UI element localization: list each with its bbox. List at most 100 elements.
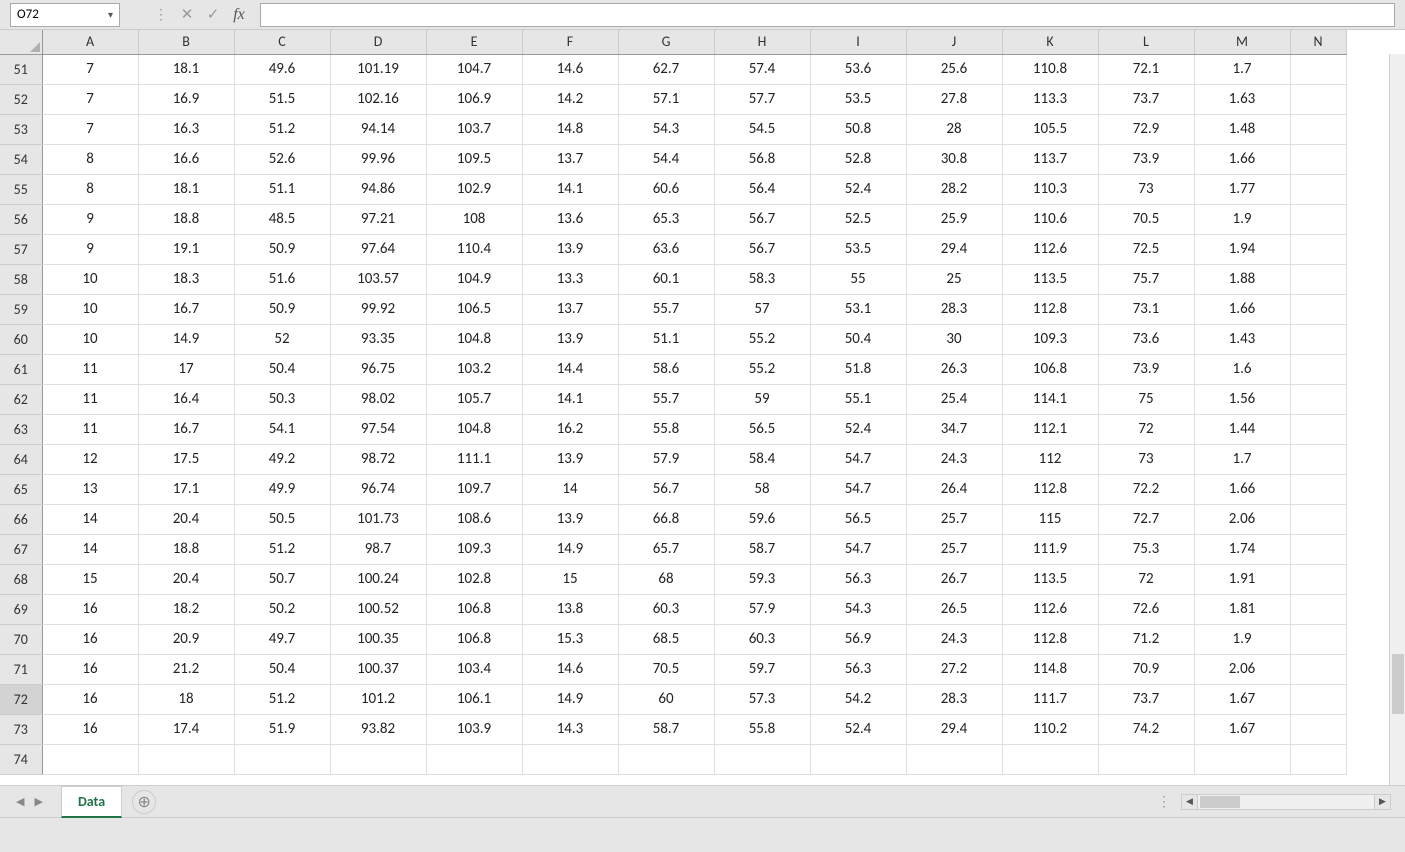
- cell-B66[interactable]: 20.4: [138, 504, 234, 534]
- cell-C69[interactable]: 50.2: [234, 594, 330, 624]
- cell-H64[interactable]: 58.4: [714, 444, 810, 474]
- cell-C54[interactable]: 52.6: [234, 144, 330, 174]
- name-box-dropdown-icon[interactable]: ▾: [108, 8, 113, 21]
- cell-M74[interactable]: [1194, 744, 1290, 774]
- cell-C64[interactable]: 49.2: [234, 444, 330, 474]
- cell-D54[interactable]: 99.96: [330, 144, 426, 174]
- cell-H57[interactable]: 56.7: [714, 234, 810, 264]
- cell-E70[interactable]: 106.8: [426, 624, 522, 654]
- column-header-E[interactable]: E: [426, 30, 522, 54]
- cell-H66[interactable]: 59.6: [714, 504, 810, 534]
- cell-C62[interactable]: 50.3: [234, 384, 330, 414]
- cell-J73[interactable]: 29.4: [906, 714, 1002, 744]
- cell-N65[interactable]: [1290, 474, 1346, 504]
- cell-A56[interactable]: 9: [42, 204, 138, 234]
- cell-B58[interactable]: 18.3: [138, 264, 234, 294]
- cell-A62[interactable]: 11: [42, 384, 138, 414]
- cell-K66[interactable]: 115: [1002, 504, 1098, 534]
- cell-M62[interactable]: 1.56: [1194, 384, 1290, 414]
- cell-C53[interactable]: 51.2: [234, 114, 330, 144]
- cell-C56[interactable]: 48.5: [234, 204, 330, 234]
- cell-J60[interactable]: 30: [906, 324, 1002, 354]
- cell-M64[interactable]: 1.7: [1194, 444, 1290, 474]
- cell-F55[interactable]: 14.1: [522, 174, 618, 204]
- cell-B57[interactable]: 19.1: [138, 234, 234, 264]
- cell-M70[interactable]: 1.9: [1194, 624, 1290, 654]
- cell-A71[interactable]: 16: [42, 654, 138, 684]
- cell-F72[interactable]: 14.9: [522, 684, 618, 714]
- cell-J74[interactable]: [906, 744, 1002, 774]
- cell-H60[interactable]: 55.2: [714, 324, 810, 354]
- cell-K69[interactable]: 112.6: [1002, 594, 1098, 624]
- cell-H67[interactable]: 58.7: [714, 534, 810, 564]
- cell-I58[interactable]: 55: [810, 264, 906, 294]
- cell-A74[interactable]: [42, 744, 138, 774]
- cell-H74[interactable]: [714, 744, 810, 774]
- cell-A60[interactable]: 10: [42, 324, 138, 354]
- column-header-G[interactable]: G: [618, 30, 714, 54]
- cell-H56[interactable]: 56.7: [714, 204, 810, 234]
- cell-E58[interactable]: 104.9: [426, 264, 522, 294]
- cell-M65[interactable]: 1.66: [1194, 474, 1290, 504]
- cell-J62[interactable]: 25.4: [906, 384, 1002, 414]
- cell-H69[interactable]: 57.9: [714, 594, 810, 624]
- cell-G61[interactable]: 58.6: [618, 354, 714, 384]
- cell-K65[interactable]: 112.8: [1002, 474, 1098, 504]
- row-header-54[interactable]: 54: [0, 144, 42, 174]
- select-all-corner[interactable]: [0, 30, 42, 54]
- cell-C57[interactable]: 50.9: [234, 234, 330, 264]
- cell-N62[interactable]: [1290, 384, 1346, 414]
- cell-C63[interactable]: 54.1: [234, 414, 330, 444]
- cell-E60[interactable]: 104.8: [426, 324, 522, 354]
- cell-G63[interactable]: 55.8: [618, 414, 714, 444]
- cell-A67[interactable]: 14: [42, 534, 138, 564]
- cell-G65[interactable]: 56.7: [618, 474, 714, 504]
- column-header-H[interactable]: H: [714, 30, 810, 54]
- cell-N60[interactable]: [1290, 324, 1346, 354]
- cell-I53[interactable]: 50.8: [810, 114, 906, 144]
- cell-E63[interactable]: 104.8: [426, 414, 522, 444]
- cell-B64[interactable]: 17.5: [138, 444, 234, 474]
- row-header-57[interactable]: 57: [0, 234, 42, 264]
- cell-I59[interactable]: 53.1: [810, 294, 906, 324]
- cell-H62[interactable]: 59: [714, 384, 810, 414]
- cell-B74[interactable]: [138, 744, 234, 774]
- cell-C59[interactable]: 50.9: [234, 294, 330, 324]
- cell-I64[interactable]: 54.7: [810, 444, 906, 474]
- cell-N63[interactable]: [1290, 414, 1346, 444]
- cell-B53[interactable]: 16.3: [138, 114, 234, 144]
- cell-G53[interactable]: 54.3: [618, 114, 714, 144]
- cell-E52[interactable]: 106.9: [426, 84, 522, 114]
- cell-A72[interactable]: 16: [42, 684, 138, 714]
- cell-C61[interactable]: 50.4: [234, 354, 330, 384]
- cell-D51[interactable]: 101.19: [330, 54, 426, 84]
- cell-J63[interactable]: 34.7: [906, 414, 1002, 444]
- cell-E67[interactable]: 109.3: [426, 534, 522, 564]
- cell-B69[interactable]: 18.2: [138, 594, 234, 624]
- cell-M61[interactable]: 1.6: [1194, 354, 1290, 384]
- cell-M71[interactable]: 2.06: [1194, 654, 1290, 684]
- cell-M56[interactable]: 1.9: [1194, 204, 1290, 234]
- cell-N52[interactable]: [1290, 84, 1346, 114]
- cell-I57[interactable]: 53.5: [810, 234, 906, 264]
- cell-I62[interactable]: 55.1: [810, 384, 906, 414]
- cell-C72[interactable]: 51.2: [234, 684, 330, 714]
- cell-H63[interactable]: 56.5: [714, 414, 810, 444]
- row-header-58[interactable]: 58: [0, 264, 42, 294]
- cell-F61[interactable]: 14.4: [522, 354, 618, 384]
- cell-D61[interactable]: 96.75: [330, 354, 426, 384]
- row-header-55[interactable]: 55: [0, 174, 42, 204]
- cell-H59[interactable]: 57: [714, 294, 810, 324]
- cell-C70[interactable]: 49.7: [234, 624, 330, 654]
- cell-I70[interactable]: 56.9: [810, 624, 906, 654]
- column-header-B[interactable]: B: [138, 30, 234, 54]
- cell-D64[interactable]: 98.72: [330, 444, 426, 474]
- cell-F52[interactable]: 14.2: [522, 84, 618, 114]
- cell-E51[interactable]: 104.7: [426, 54, 522, 84]
- cell-L57[interactable]: 72.5: [1098, 234, 1194, 264]
- cell-J65[interactable]: 26.4: [906, 474, 1002, 504]
- row-header-61[interactable]: 61: [0, 354, 42, 384]
- column-header-L[interactable]: L: [1098, 30, 1194, 54]
- cell-K72[interactable]: 111.7: [1002, 684, 1098, 714]
- cell-A66[interactable]: 14: [42, 504, 138, 534]
